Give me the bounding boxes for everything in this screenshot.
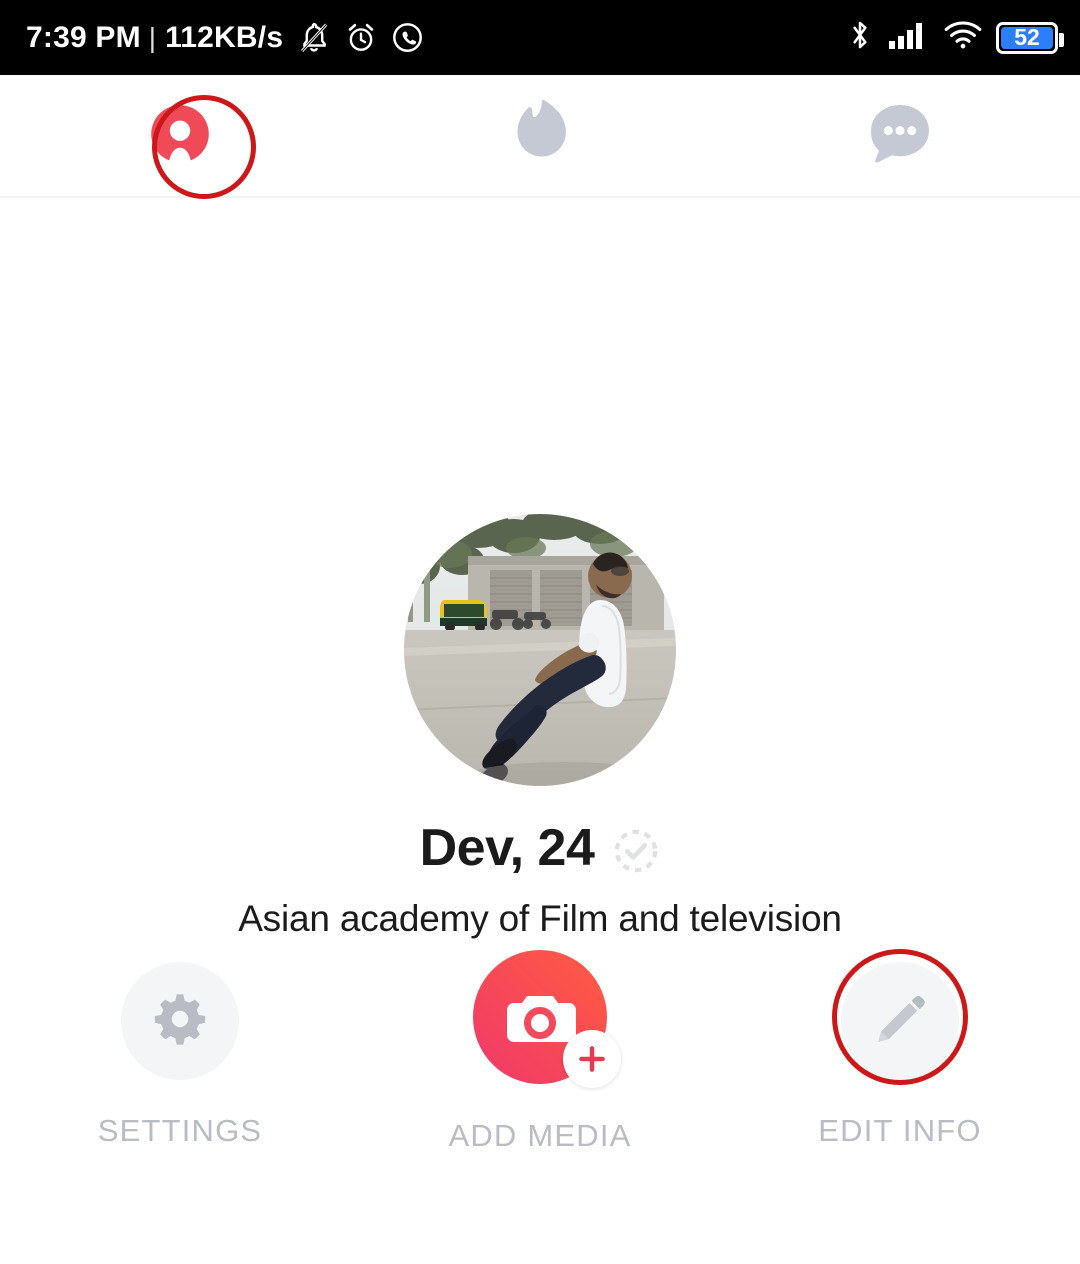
tinder-profile-screen: 7:39 PM | 112KB/s 52 Dev, 24 Asian acade…	[0, 0, 1080, 1264]
tinder-flame-icon	[507, 97, 573, 176]
tab-messages[interactable]	[720, 75, 1080, 198]
tab-profile[interactable]	[0, 75, 360, 198]
battery-indicator: 52	[996, 21, 1064, 54]
avatar-photo	[404, 514, 676, 786]
edit-info-button-label: EDIT INFO	[818, 1113, 982, 1148]
avatar[interactable]	[404, 514, 676, 786]
battery-level-label: 52	[1014, 24, 1040, 50]
chat-bubble-icon	[863, 97, 937, 176]
settings-button[interactable]: SETTINGS	[62, 962, 298, 1149]
bell-muted-icon	[297, 21, 331, 55]
top-navigation-bar	[0, 75, 1080, 198]
pencil-icon	[871, 990, 929, 1053]
cellular-signal-icon	[888, 20, 930, 55]
tab-discover[interactable]	[360, 75, 720, 198]
profile-name-row: Dev, 24	[0, 818, 1080, 878]
settings-button-circle[interactable]	[121, 962, 239, 1080]
profile-action-row: SETTINGS ADD MEDIA EDIT INFO	[0, 950, 1080, 1212]
edit-info-button[interactable]: EDIT INFO	[782, 962, 1018, 1149]
status-bar-clock: 7:39 PM	[26, 20, 141, 54]
nav-divider	[0, 196, 1080, 198]
battery-nub	[1059, 32, 1064, 47]
status-bar-right: 52	[846, 19, 1064, 56]
add-media-button-circle[interactable]	[473, 950, 621, 1088]
gear-icon	[151, 990, 209, 1053]
alarm-clock-icon	[345, 22, 377, 54]
status-bar-left: 7:39 PM | 112KB/s	[26, 21, 424, 55]
wifi-icon	[944, 20, 982, 55]
settings-button-label: SETTINGS	[97, 1113, 263, 1148]
status-bar-separator: |	[148, 21, 157, 53]
check-circle-dashed-icon[interactable]	[612, 827, 660, 875]
plus-icon[interactable]	[563, 1030, 621, 1088]
bluetooth-icon	[846, 19, 874, 56]
add-media-button[interactable]: ADD MEDIA	[422, 950, 658, 1154]
profile-person-icon	[144, 98, 216, 175]
edit-info-button-circle[interactable]	[841, 962, 959, 1080]
profile-tagline: Asian academy of Film and television	[238, 898, 842, 939]
whatsapp-icon	[391, 21, 424, 54]
status-bar: 7:39 PM | 112KB/s 52	[0, 0, 1080, 75]
status-bar-network-speed: 112KB/s	[165, 20, 284, 54]
add-media-button-label: ADD MEDIA	[448, 1118, 632, 1153]
page-title: Dev, 24	[419, 819, 595, 877]
